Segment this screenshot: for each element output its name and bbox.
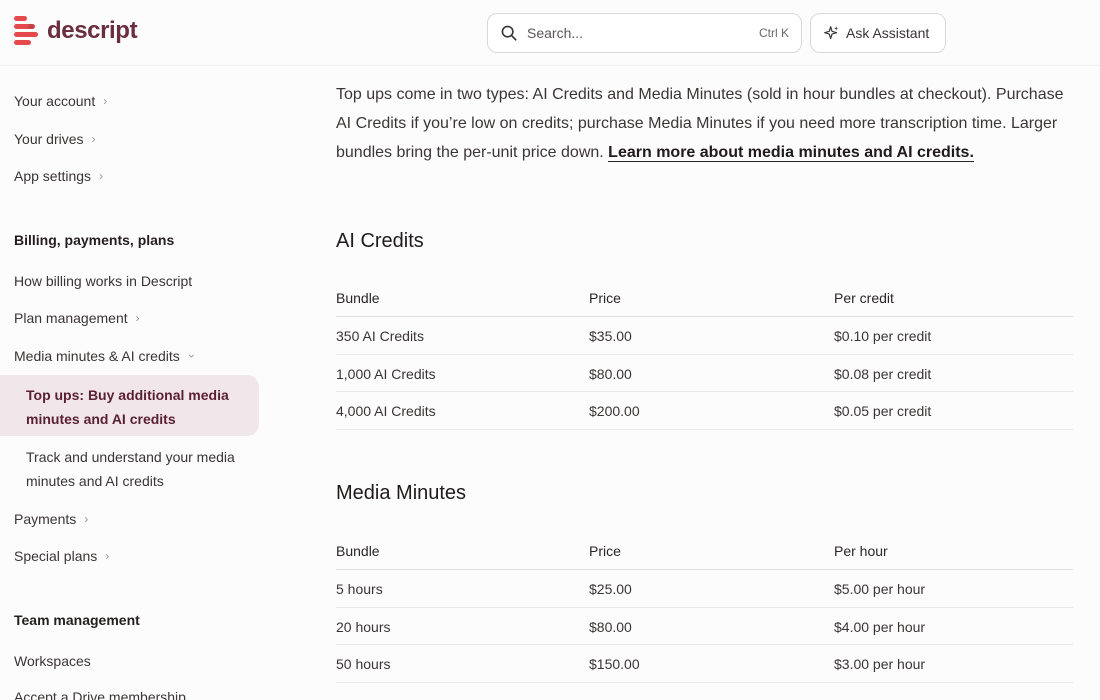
cell-unit-price: $5.00 per hour [834,581,926,597]
descript-logo[interactable]: descript [14,16,138,46]
cell-bundle: 350 AI Credits [336,328,424,344]
ai-credits-heading: AI Credits [336,230,424,252]
sidebar-item-label: Plan management [14,310,128,326]
sidebar-item-label: Your account [14,93,96,109]
sidebar-item-workspaces[interactable]: Workspaces [14,650,91,672]
search-icon [501,25,517,41]
cell-price: $25.00 [589,581,632,597]
sidebar-section-team: Team management [14,612,140,628]
sidebar-item-label: Special plans [14,548,98,564]
sidebar-item-media-minutes-ai-credits[interactable]: Media minutes & AI credits › [14,345,199,367]
chevron-right-icon: › [91,132,96,146]
cell-bundle: 1,000 AI Credits [336,365,436,382]
sidebar-item-app-settings[interactable]: App settings › [14,165,103,187]
media-minutes-table: Bundle Price Per hour 5 hours $25.00 $5.… [336,533,1073,684]
table-header-row: Bundle Price Per hour [336,533,1073,570]
cell-unit-price: $0.05 per credit [834,403,932,420]
sidebar-item-top-ups-active[interactable]: Top ups: Buy additional media minutes an… [0,375,259,436]
cell-bundle: 4,000 AI Credits [336,403,436,420]
sidebar-item-label: Workspaces [14,653,91,669]
sidebar-item-label: Your drives [14,131,84,147]
sidebar-item-label: Media minutes & AI credits [14,348,180,364]
cell-unit-price: $0.08 per credit [834,365,932,382]
cell-bundle: 5 hours [336,581,383,597]
column-header-bundle: Bundle [336,290,380,306]
table-header-row: Bundle Price Per credit [336,280,1073,317]
sidebar-item-label: How billing works in Descript [14,273,193,289]
sidebar-item-label: Top ups: Buy additional media minutes an… [26,387,229,427]
ask-assistant-label: Ask Assistant [846,25,930,41]
sparkle-icon [824,25,839,39]
sidebar-item-label: App settings [14,168,92,184]
sidebar-item-plan-management[interactable]: Plan management › [14,307,140,329]
sidebar-item-special-plans[interactable]: Special plans › [14,545,109,567]
cell-unit-price: $4.00 per hour [834,618,926,635]
cell-unit-price: $0.10 per credit [834,328,932,344]
sidebar-item-track-usage[interactable]: Track and understand your media minutes … [26,445,256,493]
cell-price: $150.00 [589,656,640,673]
intro-paragraph: Top ups come in two types: AI Credits an… [336,80,1076,167]
table-row: 1,000 AI Credits $80.00 $0.08 per credit [336,355,1073,393]
sidebar-item-label: Track and understand your media minutes … [26,449,235,489]
column-header-bundle: Bundle [336,543,380,559]
cell-price: $35.00 [589,328,632,344]
sidebar-item-how-billing-works[interactable]: How billing works in Descript [14,270,192,292]
sidebar-item-your-drives[interactable]: Your drives › [14,128,96,150]
search-placeholder: Search... [527,25,584,41]
table-row: 20 hours $80.00 $4.00 per hour [336,608,1073,646]
sidebar-item-label: Accept a Drive membership [14,689,186,700]
chevron-right-icon: › [135,311,140,325]
search-input[interactable]: Search... Ctrl K [487,13,802,53]
table-row: 50 hours $150.00 $3.00 per hour [336,645,1073,684]
cell-price: $80.00 [589,365,632,382]
search-shortcut-hint: Ctrl K [759,26,789,40]
cell-bundle: 50 hours [336,656,391,673]
column-header-price: Price [589,543,621,559]
sidebar-nav: Your account › Your drives › App setting… [0,0,270,700]
cell-bundle: 20 hours [336,618,391,635]
chevron-right-icon: › [103,94,108,108]
cell-price: $80.00 [589,618,632,635]
column-header-per-credit: Per credit [834,290,894,306]
cell-unit-price: $3.00 per hour [834,656,926,673]
cell-price: $200.00 [589,403,640,420]
help-center-page: Your account › Your drives › App setting… [0,0,1100,700]
media-minutes-heading: Media Minutes [336,482,467,504]
table-row: 350 AI Credits $35.00 $0.10 per credit [336,317,1073,355]
sidebar-item-label: Payments [14,511,77,527]
top-header: descript Search... Ctrl K Ask Assistant [0,0,1100,66]
sidebar-item-accept-drive-membership[interactable]: Accept a Drive membership [14,686,186,700]
ask-assistant-button[interactable]: Ask Assistant [810,13,946,53]
chevron-right-icon: › [84,512,89,526]
sidebar-item-your-account[interactable]: Your account › [14,90,107,112]
chevron-down-icon: › [184,354,199,358]
sidebar-item-payments[interactable]: Payments › [14,508,88,530]
chevron-right-icon: › [99,169,104,183]
logo-text: descript [47,17,138,44]
ai-credits-table: Bundle Price Per credit 350 AI Credits $… [336,280,1073,431]
table-row: 5 hours $25.00 $5.00 per hour [336,570,1073,608]
sidebar-section-billing: Billing, payments, plans [14,232,175,248]
chevron-right-icon: › [105,549,110,563]
column-header-per-hour: Per hour [834,543,888,559]
column-header-price: Price [589,290,621,306]
descript-logo-icon [14,16,38,45]
table-row: 4,000 AI Credits $200.00 $0.05 per credi… [336,392,1073,431]
learn-more-link[interactable]: Learn more about media minutes and AI cr… [608,144,974,162]
